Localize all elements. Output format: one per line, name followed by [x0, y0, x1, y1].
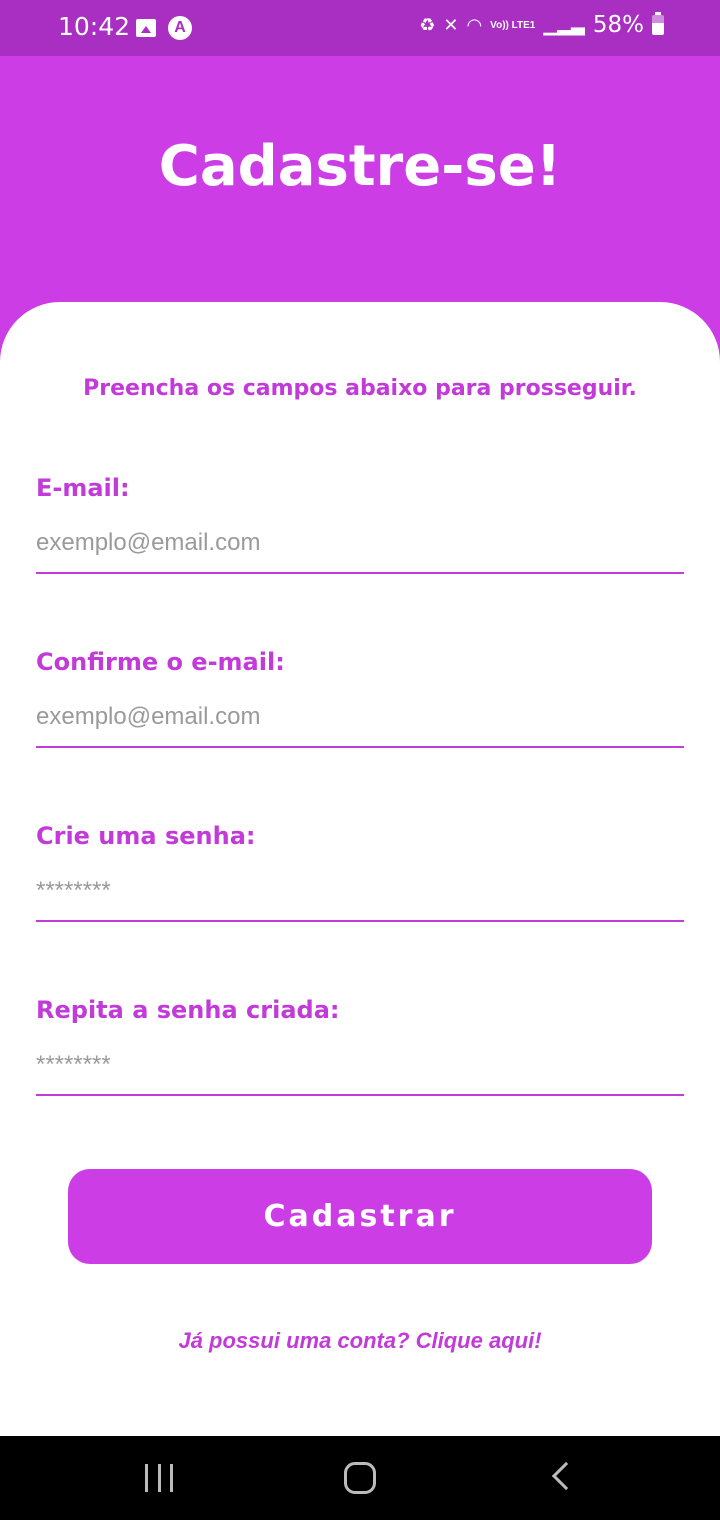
mute-icon: ✕ — [443, 15, 459, 35]
recents-icon[interactable] — [145, 1464, 173, 1492]
signal-icon: ▁▂▃ — [543, 15, 585, 35]
email-input[interactable] — [36, 514, 684, 574]
battery-icon — [652, 12, 664, 35]
login-link[interactable]: Já possui uma conta? Clique aqui! — [0, 1328, 720, 1354]
battery-percentage: 58% — [592, 12, 644, 38]
lte-indicator: Vo)) LTE1 — [490, 19, 536, 31]
header: Cadastre-se! — [0, 56, 720, 306]
form-subtitle: Preencha os campos abaixo para prossegui… — [83, 376, 637, 401]
back-icon[interactable] — [551, 1461, 581, 1491]
status-bar: 10:42 A ♻ ✕ ◠ Vo)) LTE1 ▁▂▃ 58% — [0, 0, 720, 56]
signup-form-card: Preencha os campos abaixo para prossegui… — [0, 302, 720, 1436]
register-button[interactable]: Cadastrar — [68, 1169, 652, 1264]
password-input[interactable] — [36, 862, 684, 922]
app-notification-icon: A — [168, 16, 192, 40]
password-label: Crie uma senha: — [36, 822, 256, 850]
confirm-email-label: Confirme o e-mail: — [36, 648, 285, 676]
page-title: Cadastre-se! — [158, 134, 562, 199]
email-field-group: E-mail: — [36, 474, 684, 574]
email-label: E-mail: — [36, 474, 130, 502]
battery-saver-icon: ♻ — [419, 15, 436, 35]
repeat-password-label: Repita a senha criada: — [36, 996, 340, 1024]
gallery-notification-icon — [136, 19, 156, 37]
wifi-icon: ◠ — [466, 15, 483, 35]
repeat-password-input[interactable] — [36, 1036, 684, 1096]
home-icon[interactable] — [344, 1462, 376, 1494]
password-field-group: Crie uma senha: — [36, 822, 684, 922]
confirm-email-field-group: Confirme o e-mail: — [36, 648, 684, 748]
status-time: 10:42 — [58, 12, 131, 41]
repeat-password-field-group: Repita a senha criada: — [36, 996, 684, 1096]
confirm-email-input[interactable] — [36, 688, 684, 748]
system-navigation-bar — [0, 1436, 720, 1520]
